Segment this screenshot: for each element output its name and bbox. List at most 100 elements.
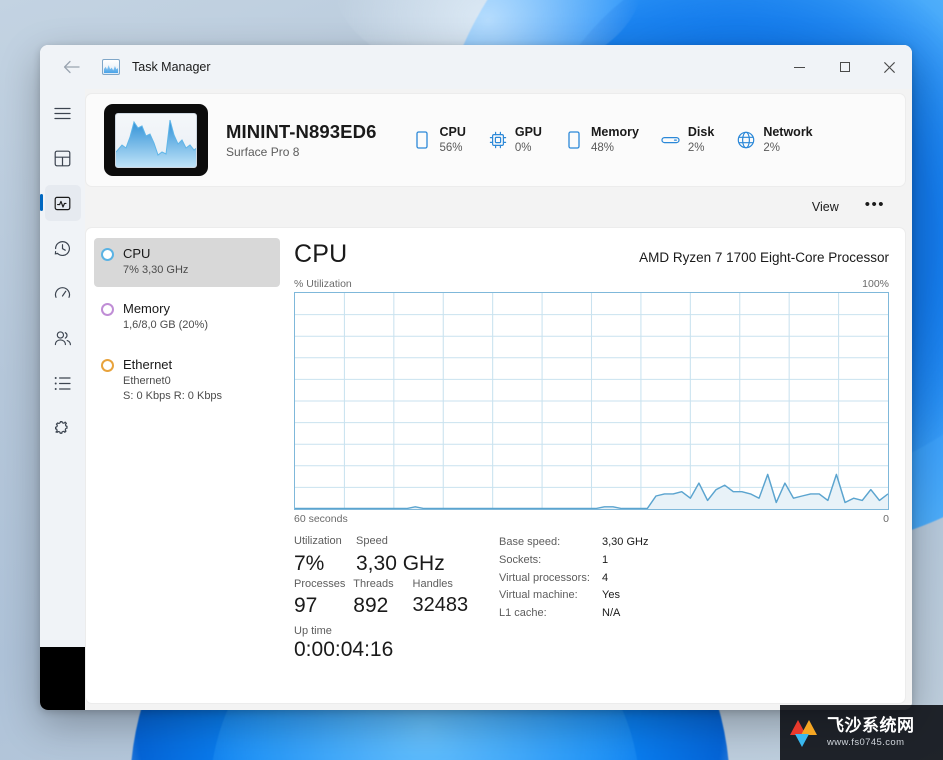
list-item-memory-title: Memory xyxy=(123,301,170,317)
sidebar-item-processes[interactable] xyxy=(45,140,81,176)
cpu-detail-pane: CPU AMD Ryzen 7 1700 Eight-Core Processo… xyxy=(286,228,905,703)
summary-network[interactable]: Network 2% xyxy=(736,125,813,155)
sidebar-item-users[interactable] xyxy=(45,320,81,356)
list-item-ethernet[interactable]: Ethernet Ethernet0 S: 0 Kbps R: 0 Kbps xyxy=(94,349,280,414)
window-title: Task Manager xyxy=(132,60,211,74)
rail-black-artifact xyxy=(40,647,85,710)
stat-utilization-label: Utilization xyxy=(294,535,342,547)
spec-key: Sockets: xyxy=(499,553,542,566)
y-axis-label: % Utilization xyxy=(294,278,352,290)
sidebar-item-services[interactable] xyxy=(45,410,81,446)
resource-summary-strip: CPU 56% GPU 0% Memory 48% Disk 2% Networ… xyxy=(412,125,813,155)
spec-row: Sockets: 1 xyxy=(499,552,648,570)
chart-canvas xyxy=(295,293,888,509)
cpu-indicator-icon xyxy=(101,248,114,261)
sidebar-item-app-history[interactable] xyxy=(45,230,81,266)
spec-value: 1 xyxy=(602,553,609,566)
x-axis-label: 60 seconds xyxy=(294,513,348,525)
summary-cpu[interactable]: CPU 56% xyxy=(412,125,466,155)
minimize-button[interactable] xyxy=(777,45,822,89)
stat-handles-value: 32483 xyxy=(412,594,469,617)
device-performance-thumbnail xyxy=(104,104,208,176)
stat-processes: Processes 97 xyxy=(294,576,353,619)
gpu-chip-icon xyxy=(488,130,508,150)
detail-header: CPU AMD Ryzen 7 1700 Eight-Core Processo… xyxy=(294,240,889,269)
sidebar-item-details[interactable] xyxy=(45,365,81,401)
stat-utilization: Utilization 7% xyxy=(294,533,356,576)
summary-network-value: 2% xyxy=(763,141,780,154)
maximize-button[interactable] xyxy=(822,45,867,89)
close-button[interactable] xyxy=(867,45,912,89)
stat-utilization-value: 7% xyxy=(294,551,325,575)
stat-threads: Threads 892 xyxy=(353,576,412,619)
summary-disk-label: Disk xyxy=(687,125,715,139)
stats-row-2: Processes 97 Threads 892 Handles 32483 xyxy=(294,576,489,619)
summary-gpu[interactable]: GPU 0% xyxy=(488,125,542,155)
watermark-brand: 飞沙系统网 xyxy=(827,715,915,735)
thumbnail-screen xyxy=(115,112,197,168)
sidebar-item-startup-apps[interactable] xyxy=(45,275,81,311)
stat-uptime-value: 0:00:04:16 xyxy=(294,637,394,661)
list-item-ethernet-detail2: S: 0 Kbps R: 0 Kbps xyxy=(123,390,223,403)
content-toolbar: View ••• xyxy=(85,187,906,227)
spec-row: Virtual processors: 4 xyxy=(499,570,648,588)
list-item-memory[interactable]: Memory 1,6/8,0 GB (20%) xyxy=(94,293,280,342)
stat-handles-label: Handles xyxy=(412,577,453,590)
sidebar-item-performance[interactable] xyxy=(40,185,81,221)
list-item-ethernet-detail: Ethernet0 xyxy=(123,374,171,387)
summary-gpu-label: GPU xyxy=(514,125,542,139)
stat-uptime-label: Up time xyxy=(294,624,332,637)
summary-cpu-value: 56% xyxy=(439,141,463,154)
watermark-logo-icon xyxy=(788,717,820,749)
spec-value: 4 xyxy=(602,571,609,584)
spec-key: Virtual machine: xyxy=(499,589,578,602)
back-arrow-icon[interactable] xyxy=(50,51,92,83)
ethernet-indicator-icon xyxy=(101,358,114,372)
memory-module-icon xyxy=(564,130,584,150)
stat-threads-label: Threads xyxy=(353,577,394,590)
summary-cpu-label: CPU xyxy=(439,125,466,139)
device-summary-header: MININT-N893ED6 Surface Pro 8 CPU 56% GPU… xyxy=(85,93,906,187)
task-manager-window: Task Manager MININT-N893ED6 Surface Pro … xyxy=(40,45,912,710)
spec-row: L1 cache: N/A xyxy=(499,605,648,623)
disk-drive-icon xyxy=(661,130,681,150)
summary-disk[interactable]: Disk 2% xyxy=(661,125,714,155)
spec-value: Yes xyxy=(602,589,620,602)
device-name: MININT-N893ED6 xyxy=(226,121,377,142)
window-titlebar: Task Manager xyxy=(40,45,912,89)
performance-content: CPU 7% 3,30 GHz Memory 1,6/8,0 GB (20%) xyxy=(85,227,906,704)
stat-uptime: Up time 0:00:04:16 xyxy=(294,625,489,662)
navigation-rail xyxy=(40,89,85,710)
window-controls xyxy=(777,45,912,89)
spec-key: Base speed: xyxy=(499,536,561,548)
cpu-statistics: Utilization 7% Speed 3,30 GHz Processes … xyxy=(294,533,889,662)
list-item-cpu[interactable]: CPU 7% 3,30 GHz xyxy=(94,238,280,288)
device-identity: MININT-N893ED6 Surface Pro 8 xyxy=(226,121,376,159)
spec-value: N/A xyxy=(602,607,621,620)
stats-row-1: Utilization 7% Speed 3,30 GHz xyxy=(294,533,489,576)
more-options-button[interactable]: ••• xyxy=(856,194,894,220)
summary-memory[interactable]: Memory 48% xyxy=(564,125,639,155)
list-item-ethernet-title: Ethernet xyxy=(123,356,173,372)
summary-gpu-value: 0% xyxy=(514,141,532,154)
processor-model: AMD Ryzen 7 1700 Eight-Core Processor xyxy=(639,250,889,265)
stat-handles: Handles 32483 xyxy=(413,576,489,619)
hamburger-menu-icon[interactable] xyxy=(45,95,81,131)
network-globe-icon xyxy=(736,130,756,150)
device-model: Surface Pro 8 xyxy=(226,145,300,159)
memory-indicator-icon xyxy=(101,303,114,317)
spec-row: Virtual machine: Yes xyxy=(499,587,648,605)
stat-processes-label: Processes xyxy=(294,577,346,590)
task-manager-icon xyxy=(102,59,120,75)
cpu-utilization-graph xyxy=(294,292,889,510)
window-body: MININT-N893ED6 Surface Pro 8 CPU 56% GPU… xyxy=(40,89,912,710)
stats-primary: Utilization 7% Speed 3,30 GHz Processes … xyxy=(294,533,489,662)
view-button[interactable]: View xyxy=(801,195,850,219)
spec-row: Base speed: 3,30 GHz xyxy=(499,534,648,552)
list-item-cpu-title: CPU xyxy=(123,246,151,261)
summary-memory-value: 48% xyxy=(590,141,614,154)
stat-threads-value: 892 xyxy=(353,594,389,618)
graph-top-axis: % Utilization 100% xyxy=(294,278,889,290)
site-watermark: 飞沙系统网 www.fs0745.com xyxy=(780,705,943,760)
stat-speed: Speed 3,30 GHz xyxy=(356,533,476,576)
